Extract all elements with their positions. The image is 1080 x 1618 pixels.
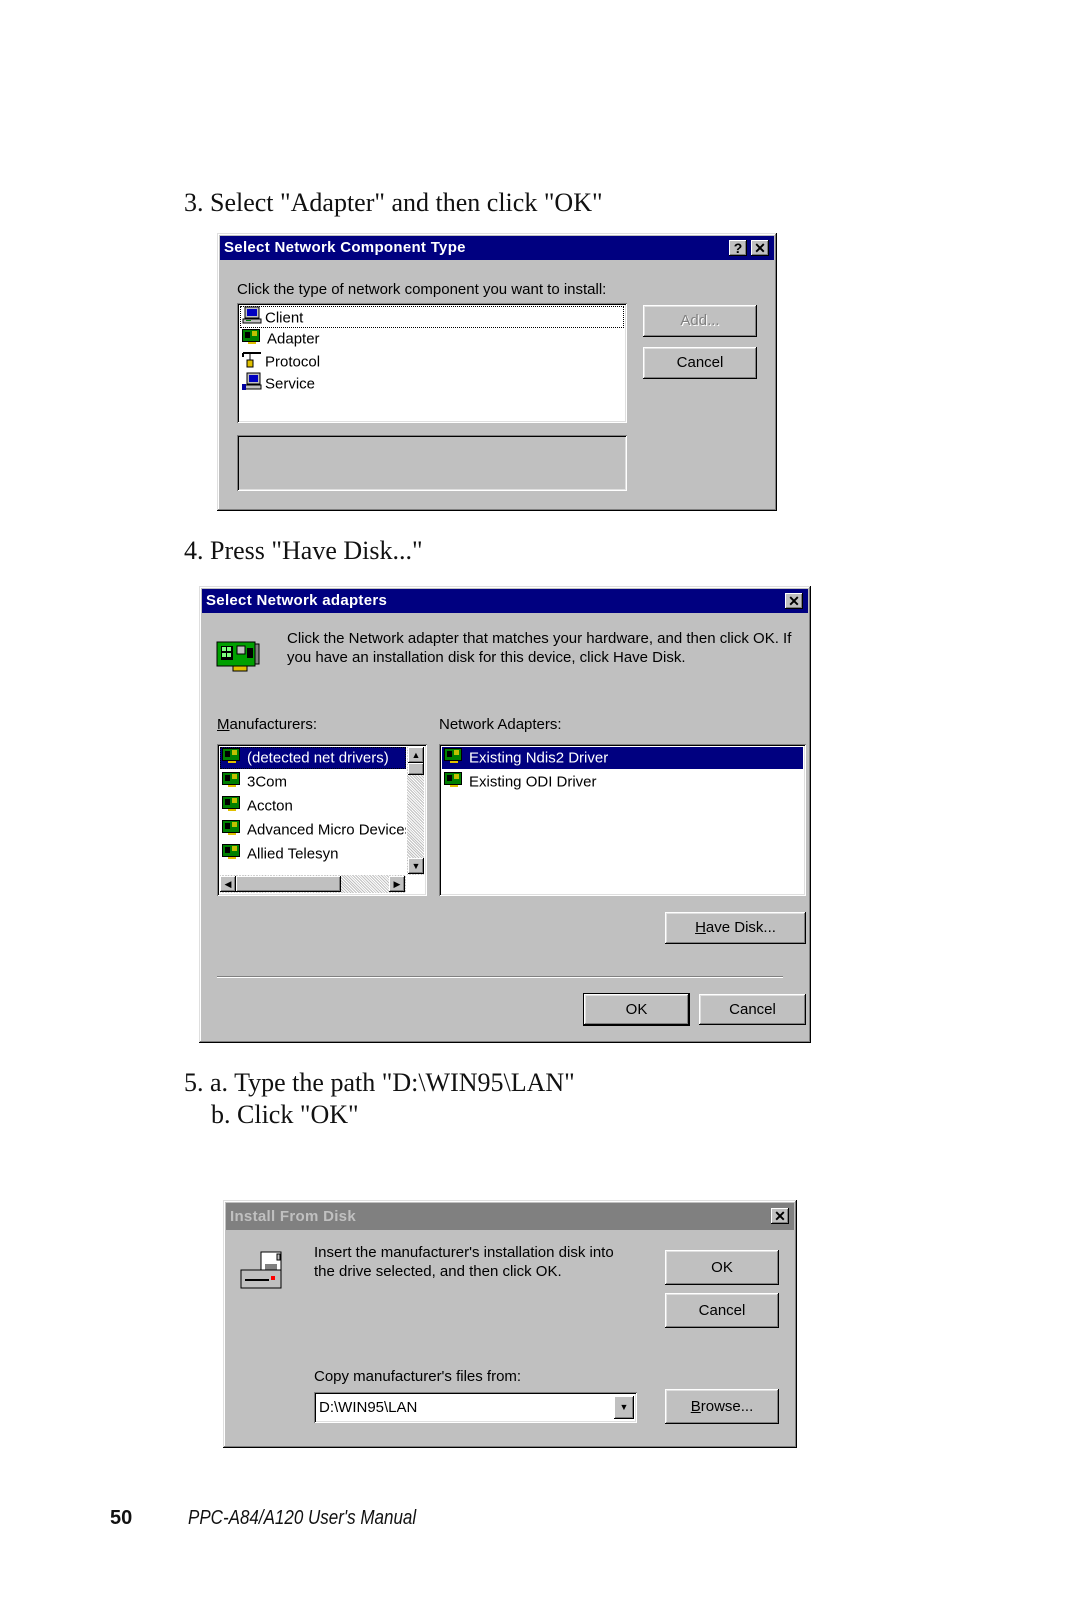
scroll-left-button[interactable]: ◀ — [220, 876, 236, 892]
dialog-title-bar: Install From Disk — [226, 1203, 794, 1230]
adapter-item[interactable]: Existing ODI Driver — [442, 771, 803, 793]
network-adapters-list[interactable]: Existing Ndis2 Driver Existing ODI Drive… — [439, 744, 806, 896]
step-4-heading: 4. Press "Have Disk..." — [184, 536, 423, 565]
manufacturer-item[interactable]: Accton — [220, 795, 406, 817]
network-card-icon — [222, 795, 244, 817]
dropdown-arrow-button[interactable]: ▼ — [614, 1396, 634, 1419]
install-from-disk-dialog: Install From Disk ✕ Insert the manufactu… — [223, 1200, 797, 1448]
close-button[interactable]: ✕ — [751, 240, 769, 256]
component-description-box — [237, 435, 627, 491]
cancel-button[interactable]: Cancel — [665, 1293, 779, 1328]
step-5b-heading: b. Click "OK" — [211, 1100, 359, 1129]
network-card-icon — [215, 638, 263, 679]
vertical-scroll-thumb[interactable] — [408, 763, 424, 775]
network-card-icon — [222, 747, 244, 769]
horizontal-scroll-thumb[interactable] — [236, 876, 341, 892]
manufacturer-item[interactable]: (detected net drivers) — [220, 747, 406, 769]
computer-icon — [242, 306, 262, 328]
message-line-1: Insert the manufacturer's installation d… — [314, 1244, 614, 1261]
help-button[interactable]: ? — [729, 240, 747, 256]
manual-title: PPC-A84/A120 User's Manual — [188, 1507, 417, 1529]
service-icon — [242, 372, 262, 394]
ok-button[interactable]: OK — [665, 1250, 779, 1285]
component-type-list[interactable]: Client Adapter Protocol Service — [237, 303, 627, 423]
manufacturer-item[interactable]: Advanced Micro Devices — [220, 819, 406, 841]
path-combobox[interactable]: ▼ — [314, 1392, 637, 1423]
dialog-title: Select Network adapters — [206, 592, 388, 609]
step-5a-heading: 5. a. Type the path "D:\WIN95\LAN" — [184, 1068, 575, 1097]
message-line-2: the drive selected, and then click OK. — [314, 1263, 562, 1280]
list-item-adapter[interactable]: Adapter — [240, 328, 624, 350]
page-number: 50 — [110, 1507, 133, 1529]
close-button[interactable]: ✕ — [785, 593, 803, 609]
have-disk-button[interactable]: Have Disk... — [665, 912, 806, 944]
list-item-protocol[interactable]: Protocol — [240, 350, 624, 372]
cancel-button[interactable]: Cancel — [643, 347, 757, 379]
network-adapters-label: Network Adapters: — [439, 716, 562, 733]
step-3-heading: 3. Select "Adapter" and then click "OK" — [184, 188, 603, 217]
browse-button[interactable]: Browse... — [665, 1389, 779, 1424]
cancel-button[interactable]: Cancel — [699, 994, 806, 1025]
scroll-up-button[interactable]: ▲ — [408, 747, 424, 763]
dialog-title-bar: Select Network adapters — [202, 589, 808, 613]
manufacturers-label: Manufacturers: — [217, 716, 318, 733]
floppy-drive-icon — [239, 1250, 287, 1297]
add-button[interactable]: Add... — [643, 305, 757, 337]
network-card-icon — [222, 819, 244, 841]
network-card-icon — [222, 771, 244, 793]
network-card-icon — [444, 747, 466, 769]
prompt-label: Click the type of network component you … — [237, 281, 607, 298]
instructions-line-1: Click the Network adapter that matches y… — [287, 630, 792, 647]
manufacturer-item[interactable]: 3Com — [220, 771, 406, 793]
copy-from-label: Copy manufacturer's files from: — [314, 1368, 522, 1385]
network-card-icon — [444, 771, 466, 793]
close-button[interactable]: ✕ — [771, 1208, 789, 1224]
dialog-title: Install From Disk — [230, 1208, 356, 1225]
instructions-line-2: you have an installation disk for this d… — [287, 649, 686, 666]
dialog-title: Select Network Component Type — [224, 239, 466, 256]
list-item-service[interactable]: Service — [240, 372, 624, 394]
adapter-item[interactable]: Existing Ndis2 Driver — [442, 747, 803, 769]
separator — [217, 976, 783, 978]
protocol-icon — [242, 350, 262, 372]
path-input[interactable] — [317, 1395, 611, 1420]
scroll-right-button[interactable]: ▶ — [389, 876, 405, 892]
dialog-title-bar: Select Network Component Type — [220, 236, 774, 260]
network-card-icon — [222, 843, 244, 865]
scroll-down-button[interactable]: ▼ — [408, 858, 424, 874]
ok-button[interactable]: OK — [583, 993, 690, 1026]
select-network-component-type-dialog: Select Network Component Type ? ✕ Click … — [217, 233, 777, 511]
manufacturers-list[interactable]: (detected net drivers) 3Com Accton Advan… — [217, 744, 427, 896]
manufacturer-item[interactable]: Allied Telesyn — [220, 843, 406, 865]
network-card-icon — [242, 328, 264, 350]
select-network-adapters-dialog: Select Network adapters ✕ Click the Netw… — [199, 586, 811, 1043]
list-item-client[interactable]: Client — [240, 306, 624, 328]
